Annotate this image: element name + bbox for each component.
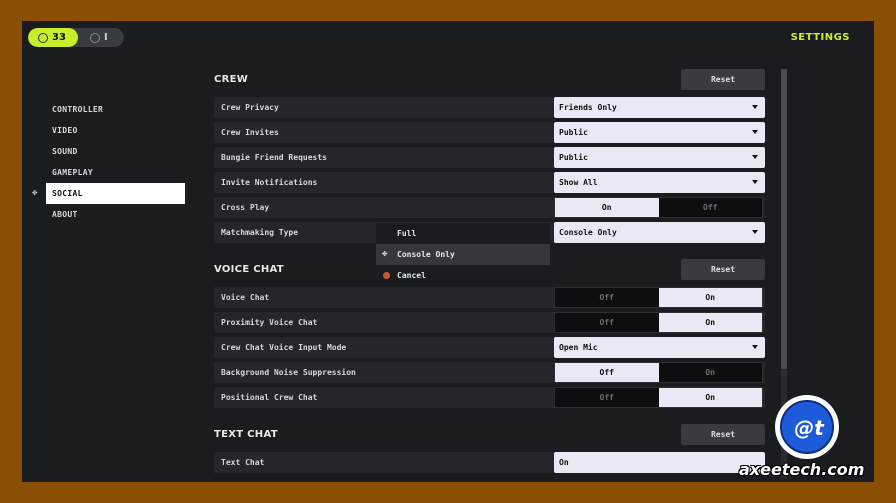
cross-play-toggle[interactable]: On Off	[554, 197, 763, 218]
noise-suppression-row: Background Noise Suppression Off On	[214, 362, 765, 383]
toggle-on-option[interactable]: On	[658, 388, 762, 407]
crew-section-header: CREW Reset	[214, 69, 765, 94]
watermark-logo-icon: @t	[775, 395, 839, 459]
friend-requests-row: Bungie Friend Requests Public	[214, 147, 765, 168]
option-cancel[interactable]: Cancel	[376, 265, 550, 286]
select-value: On	[559, 458, 569, 467]
cross-play-row: Cross Play On Off	[214, 197, 765, 218]
cursor-icon: ✥	[32, 188, 38, 198]
crew-title: CREW	[214, 74, 249, 85]
setting-label: Proximity Voice Chat	[221, 318, 318, 327]
invite-notifications-select[interactable]: Show All	[554, 172, 765, 193]
sidebar-item-gameplay[interactable]: GAMEPLAY	[46, 162, 185, 183]
positional-chat-row: Positional Crew Chat Off On	[214, 387, 765, 408]
sidebar-item-video[interactable]: VIDEO	[46, 120, 185, 141]
setting-label: Invite Notifications	[221, 178, 318, 187]
secondary-badge-count: I	[104, 32, 108, 43]
voice-input-mode-select[interactable]: Open Mic	[554, 337, 765, 358]
sidebar: CONTROLLER VIDEO SOUND GAMEPLAY SOCIAL A…	[46, 99, 185, 225]
voice-chat-row: Voice Chat Off On	[214, 287, 765, 308]
option-label: Cancel	[397, 271, 426, 280]
voice-reset-button[interactable]: Reset	[681, 259, 765, 280]
chevron-down-icon	[752, 130, 758, 134]
crew-reset-button[interactable]: Reset	[681, 69, 765, 90]
primary-badge-count: 33	[52, 32, 66, 43]
setting-label: Bungie Friend Requests	[221, 153, 327, 162]
positional-chat-toggle[interactable]: Off On	[554, 387, 763, 408]
setting-label: Cross Play	[221, 203, 270, 212]
crew-privacy-row: Crew Privacy Friends Only	[214, 97, 765, 118]
proximity-voice-row: Proximity Voice Chat Off On	[214, 312, 765, 333]
primary-badge[interactable]: 33	[28, 28, 78, 47]
text-reset-button[interactable]: Reset	[681, 424, 765, 445]
scrollbar-thumb[interactable]	[781, 69, 787, 369]
option-full[interactable]: Full	[376, 223, 550, 244]
friend-requests-select[interactable]: Public	[554, 147, 765, 168]
sidebar-item-social[interactable]: SOCIAL	[46, 183, 185, 204]
select-value: Show All	[559, 178, 598, 187]
text-title: TEXT CHAT	[214, 429, 278, 440]
chevron-down-icon	[752, 230, 758, 234]
setting-label: Background Noise Suppression	[221, 368, 356, 377]
select-value: Console Only	[559, 228, 617, 237]
toggle-on-option[interactable]: On	[658, 288, 762, 307]
toggle-on-option[interactable]: On	[658, 363, 762, 382]
ring-icon	[90, 32, 100, 43]
chevron-down-icon	[752, 155, 758, 159]
chevron-down-icon	[752, 180, 758, 184]
setting-label: Crew Chat Voice Input Mode	[221, 343, 347, 352]
voice-input-mode-row: Crew Chat Voice Input Mode Open Mic	[214, 337, 765, 358]
setting-label: Matchmaking Type	[221, 228, 299, 237]
text-chat-select[interactable]: On	[554, 452, 765, 473]
select-value: Friends Only	[559, 103, 617, 112]
setting-label: Voice Chat	[221, 293, 270, 302]
setting-label: Positional Crew Chat	[221, 393, 318, 402]
select-value: Open Mic	[559, 343, 598, 352]
chevron-down-icon	[752, 345, 758, 349]
option-label: Console Only	[397, 250, 455, 259]
toggle-on-option[interactable]: On	[555, 198, 659, 217]
ring-icon	[38, 32, 48, 43]
proximity-voice-toggle[interactable]: Off On	[554, 312, 763, 333]
toggle-off-option[interactable]: Off	[555, 388, 659, 407]
account-badges: 33 I	[28, 28, 124, 47]
text-chat-row: Text Chat On	[214, 452, 765, 473]
crew-invites-select[interactable]: Public	[554, 122, 765, 143]
toggle-off-option[interactable]: Off	[658, 198, 762, 217]
toggle-on-option[interactable]: On	[658, 313, 762, 332]
toggle-off-option[interactable]: Off	[555, 288, 659, 307]
setting-label: Text Chat	[221, 458, 265, 467]
matchmaking-select[interactable]: Console Only	[554, 222, 765, 243]
noise-suppression-toggle[interactable]: Off On	[554, 362, 763, 383]
option-label: Full	[397, 229, 417, 238]
sidebar-item-about[interactable]: ABOUT	[46, 204, 185, 225]
toggle-off-option[interactable]: Off	[555, 313, 659, 332]
cursor-icon: ✥	[382, 249, 388, 259]
chevron-down-icon	[752, 105, 758, 109]
crew-invites-row: Crew Invites Public	[214, 122, 765, 143]
option-console-only[interactable]: ✥ Console Only	[376, 244, 550, 265]
matchmaking-options-popup: Full ✥ Console Only Cancel	[376, 223, 550, 286]
select-value: Public	[559, 153, 588, 162]
text-section-header: TEXT CHAT Reset	[214, 424, 765, 449]
toggle-off-option[interactable]: Off	[555, 363, 659, 382]
settings-screen: 33 I SETTINGS ✥ CONTROLLER VIDEO SOUND G…	[22, 21, 874, 482]
crew-privacy-select[interactable]: Friends Only	[554, 97, 765, 118]
voice-chat-toggle[interactable]: Off On	[554, 287, 763, 308]
page-title: SETTINGS	[790, 32, 850, 43]
sidebar-item-controller[interactable]: CONTROLLER	[46, 99, 185, 120]
invite-notifications-row: Invite Notifications Show All	[214, 172, 765, 193]
sidebar-item-sound[interactable]: SOUND	[46, 141, 185, 162]
setting-label: Crew Invites	[221, 128, 279, 137]
voice-title: VOICE CHAT	[214, 264, 284, 275]
select-value: Public	[559, 128, 588, 137]
setting-label: Crew Privacy	[221, 103, 279, 112]
cancel-button-icon	[383, 272, 390, 279]
watermark-text: axeetech.com	[739, 460, 865, 479]
